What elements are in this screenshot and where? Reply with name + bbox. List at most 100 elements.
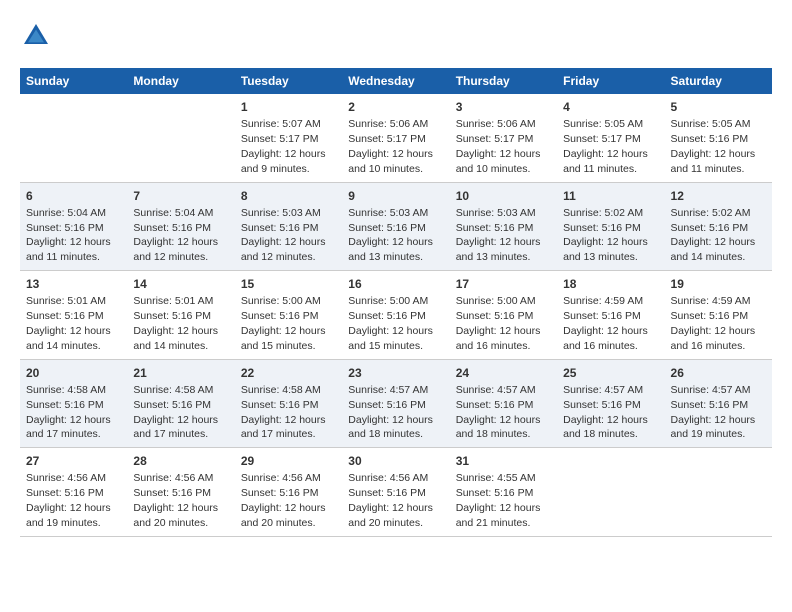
calendar-cell: 25 Sunrise: 4:57 AM Sunset: 5:16 PM Dayli… [557,359,664,448]
day-number: 22 [241,365,336,381]
day-info: Sunrise: 4:58 AM Sunset: 5:16 PM Dayligh… [133,384,218,441]
calendar-week-row: 20 Sunrise: 4:58 AM Sunset: 5:16 PM Dayli… [20,359,772,448]
day-info: Sunrise: 5:00 AM Sunset: 5:16 PM Dayligh… [241,295,326,352]
calendar-cell: 15Sunrise: 5:00 AM Sunset: 5:16 PM Dayli… [235,271,342,360]
calendar-week-row: 13 Sunrise: 5:01 AM Sunset: 5:16 PM Dayli… [20,271,772,360]
day-number: 11 [563,188,658,204]
calendar-cell: 7Sunrise: 5:04 AM Sunset: 5:16 PM Daylig… [127,182,234,271]
calendar-cell: 11 Sunrise: 5:02 AM Sunset: 5:16 PM Dayli… [557,182,664,271]
day-info: Sunrise: 4:57 AM Sunset: 5:16 PM Dayligh… [563,384,648,441]
day-number: 10 [456,188,551,204]
calendar-cell: 31Sunrise: 4:55 AM Sunset: 5:16 PM Dayli… [450,448,557,537]
calendar-cell: 6Sunrise: 5:04 AM Sunset: 5:16 PM Daylig… [20,182,127,271]
calendar-cell: 12Sunrise: 5:02 AM Sunset: 5:16 PM Dayli… [665,182,772,271]
day-number: 8 [241,188,336,204]
day-number: 31 [456,453,551,469]
column-header-sunday: Sunday [20,68,127,94]
day-info: Sunrise: 4:56 AM Sunset: 5:16 PM Dayligh… [241,472,326,529]
calendar-cell [127,94,234,182]
day-info: Sunrise: 4:56 AM Sunset: 5:16 PM Dayligh… [26,472,111,529]
calendar-cell: 30 Sunrise: 4:56 AM Sunset: 5:16 PM Dayli… [342,448,449,537]
calendar-cell: 5 Sunrise: 5:05 AM Sunset: 5:16 PM Daylig… [665,94,772,182]
day-info: Sunrise: 5:07 AM Sunset: 5:17 PM Dayligh… [241,118,326,175]
calendar-cell: 1 Sunrise: 5:07 AM Sunset: 5:17 PM Daylig… [235,94,342,182]
day-number: 2 [348,99,443,115]
calendar-cell: 28 Sunrise: 4:56 AM Sunset: 5:16 PM Dayli… [127,448,234,537]
day-number: 9 [348,188,443,204]
calendar-cell: 4Sunrise: 5:05 AM Sunset: 5:17 PM Daylig… [557,94,664,182]
day-info: Sunrise: 4:59 AM Sunset: 5:16 PM Dayligh… [671,295,756,352]
day-number: 30 [348,453,443,469]
day-info: Sunrise: 5:02 AM Sunset: 5:16 PM Dayligh… [671,207,756,264]
calendar-cell: 14 Sunrise: 5:01 AM Sunset: 5:16 PM Dayli… [127,271,234,360]
day-number: 28 [133,453,228,469]
calendar-week-row: 6Sunrise: 5:04 AM Sunset: 5:16 PM Daylig… [20,182,772,271]
column-header-friday: Friday [557,68,664,94]
column-header-saturday: Saturday [665,68,772,94]
calendar-cell: 9 Sunrise: 5:03 AM Sunset: 5:16 PM Daylig… [342,182,449,271]
day-number: 26 [671,365,766,381]
day-number: 16 [348,276,443,292]
day-info: Sunrise: 5:06 AM Sunset: 5:17 PM Dayligh… [456,118,541,175]
calendar-cell [557,448,664,537]
day-number: 13 [26,276,121,292]
calendar-cell: 21 Sunrise: 4:58 AM Sunset: 5:16 PM Dayli… [127,359,234,448]
day-info: Sunrise: 4:56 AM Sunset: 5:16 PM Dayligh… [348,472,433,529]
calendar-cell [665,448,772,537]
day-info: Sunrise: 5:01 AM Sunset: 5:16 PM Dayligh… [26,295,111,352]
day-number: 17 [456,276,551,292]
day-number: 20 [26,365,121,381]
column-header-monday: Monday [127,68,234,94]
day-info: Sunrise: 5:03 AM Sunset: 5:16 PM Dayligh… [456,207,541,264]
calendar-week-row: 27 Sunrise: 4:56 AM Sunset: 5:16 PM Dayli… [20,448,772,537]
day-number: 7 [133,188,228,204]
day-number: 19 [671,276,766,292]
calendar-cell: 20 Sunrise: 4:58 AM Sunset: 5:16 PM Dayli… [20,359,127,448]
day-info: Sunrise: 4:59 AM Sunset: 5:16 PM Dayligh… [563,295,648,352]
day-info: Sunrise: 5:03 AM Sunset: 5:16 PM Dayligh… [348,207,433,264]
day-info: Sunrise: 5:04 AM Sunset: 5:16 PM Dayligh… [26,207,111,264]
day-number: 21 [133,365,228,381]
calendar-cell: 17Sunrise: 5:00 AM Sunset: 5:16 PM Dayli… [450,271,557,360]
column-header-tuesday: Tuesday [235,68,342,94]
calendar-cell: 24Sunrise: 4:57 AM Sunset: 5:16 PM Dayli… [450,359,557,448]
day-info: Sunrise: 5:03 AM Sunset: 5:16 PM Dayligh… [241,207,326,264]
day-info: Sunrise: 5:02 AM Sunset: 5:16 PM Dayligh… [563,207,648,264]
day-info: Sunrise: 4:58 AM Sunset: 5:16 PM Dayligh… [26,384,111,441]
calendar-cell: 10 Sunrise: 5:03 AM Sunset: 5:16 PM Dayli… [450,182,557,271]
day-number: 25 [563,365,658,381]
day-number: 27 [26,453,121,469]
day-number: 24 [456,365,551,381]
calendar-week-row: 1 Sunrise: 5:07 AM Sunset: 5:17 PM Daylig… [20,94,772,182]
logo [20,20,54,52]
day-info: Sunrise: 5:06 AM Sunset: 5:17 PM Dayligh… [348,118,433,175]
day-info: Sunrise: 5:01 AM Sunset: 5:16 PM Dayligh… [133,295,218,352]
calendar-cell: 26 Sunrise: 4:57 AM Sunset: 5:16 PM Dayli… [665,359,772,448]
day-info: Sunrise: 5:05 AM Sunset: 5:16 PM Dayligh… [671,118,756,175]
day-number: 18 [563,276,658,292]
day-number: 14 [133,276,228,292]
day-number: 1 [241,99,336,115]
calendar-cell: 3 Sunrise: 5:06 AM Sunset: 5:17 PM Daylig… [450,94,557,182]
day-number: 3 [456,99,551,115]
day-info: Sunrise: 4:57 AM Sunset: 5:16 PM Dayligh… [671,384,756,441]
day-info: Sunrise: 5:00 AM Sunset: 5:16 PM Dayligh… [348,295,433,352]
calendar-cell: 8 Sunrise: 5:03 AM Sunset: 5:16 PM Daylig… [235,182,342,271]
day-number: 5 [671,99,766,115]
column-header-wednesday: Wednesday [342,68,449,94]
day-info: Sunrise: 4:58 AM Sunset: 5:16 PM Dayligh… [241,384,326,441]
day-info: Sunrise: 4:57 AM Sunset: 5:16 PM Dayligh… [348,384,433,441]
calendar-cell [20,94,127,182]
day-number: 4 [563,99,658,115]
day-number: 29 [241,453,336,469]
day-info: Sunrise: 4:56 AM Sunset: 5:16 PM Dayligh… [133,472,218,529]
calendar-cell: 18 Sunrise: 4:59 AM Sunset: 5:16 PM Dayli… [557,271,664,360]
calendar-cell: 16 Sunrise: 5:00 AM Sunset: 5:16 PM Dayli… [342,271,449,360]
calendar-cell: 27 Sunrise: 4:56 AM Sunset: 5:16 PM Dayli… [20,448,127,537]
calendar-cell: 19 Sunrise: 4:59 AM Sunset: 5:16 PM Dayli… [665,271,772,360]
logo-icon [20,20,52,52]
calendar-cell: 13 Sunrise: 5:01 AM Sunset: 5:16 PM Dayli… [20,271,127,360]
column-header-thursday: Thursday [450,68,557,94]
calendar-cell: 22 Sunrise: 4:58 AM Sunset: 5:16 PM Dayli… [235,359,342,448]
calendar-cell: 23Sunrise: 4:57 AM Sunset: 5:16 PM Dayli… [342,359,449,448]
